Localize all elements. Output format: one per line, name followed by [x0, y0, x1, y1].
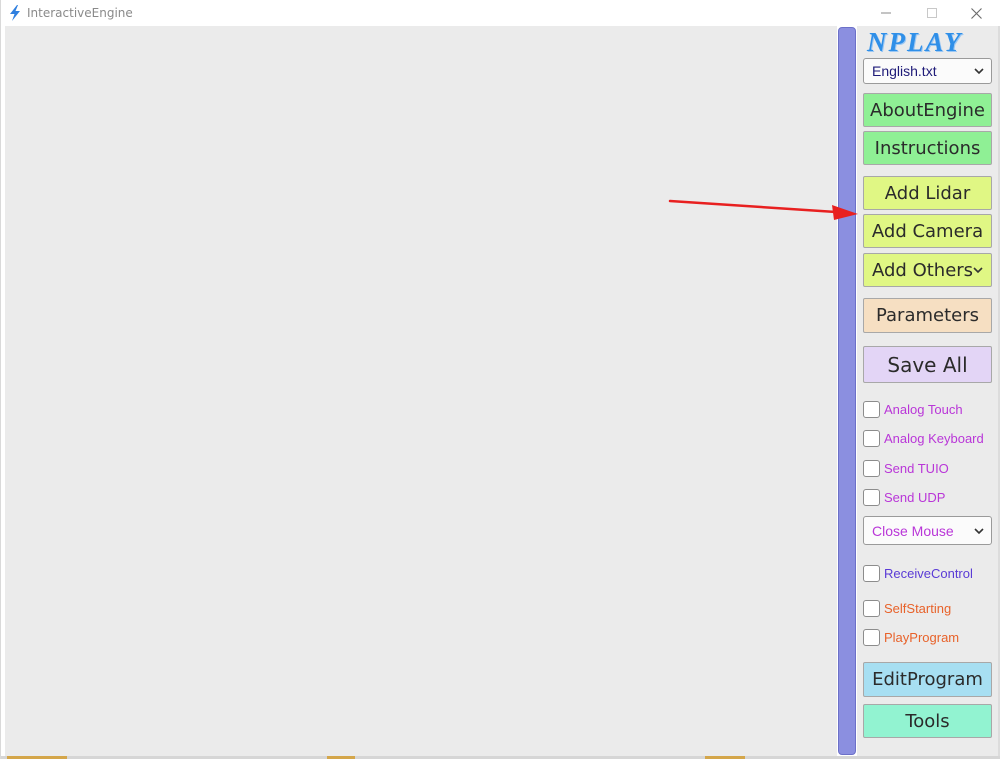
self-starting-checkbox[interactable]: SelfStarting: [863, 598, 1000, 618]
add-others-label: Add Others: [872, 259, 974, 281]
play-program-label: PlayProgram: [884, 629, 960, 645]
add-camera-button[interactable]: Add Camera: [863, 214, 992, 248]
checkbox-box[interactable]: [863, 599, 880, 617]
send-tuio-checkbox[interactable]: Send TUIO: [863, 458, 1000, 478]
send-udp-checkbox[interactable]: Send UDP: [863, 487, 1000, 507]
receive-control-label: ReceiveControl: [884, 565, 973, 581]
tools-button[interactable]: Tools: [863, 704, 992, 738]
analog-touch-checkbox[interactable]: Analog Touch: [863, 399, 1000, 419]
language-select[interactable]: English.txt: [863, 58, 992, 84]
save-all-button[interactable]: Save All: [863, 346, 992, 383]
close-button[interactable]: [953, 0, 999, 26]
panel-scrollbar[interactable]: [838, 27, 856, 755]
maximize-icon: [927, 8, 937, 18]
maximize-button[interactable]: [909, 0, 955, 26]
close-icon: [970, 7, 982, 19]
self-starting-label: SelfStarting: [884, 600, 952, 616]
checkbox-box[interactable]: [863, 459, 880, 477]
minimize-icon: [881, 12, 891, 14]
preview-canvas[interactable]: [5, 26, 837, 756]
analog-keyboard-checkbox[interactable]: Analog Keyboard: [863, 428, 1000, 448]
checkbox-box[interactable]: [863, 628, 880, 646]
title-bar[interactable]: InteractiveEngine: [1, 0, 1000, 26]
nplay-logo: NPLAY: [867, 27, 963, 57]
send-tuio-label: Send TUIO: [884, 460, 949, 476]
chevron-down-icon: [974, 528, 984, 535]
checkbox-box[interactable]: [863, 488, 880, 506]
edit-program-button[interactable]: EditProgram: [863, 662, 992, 697]
chevron-down-icon: [973, 267, 983, 274]
instructions-button[interactable]: Instructions: [863, 131, 992, 165]
checkbox-box[interactable]: [863, 564, 880, 582]
receive-control-checkbox[interactable]: ReceiveControl: [863, 563, 1000, 583]
lightning-bolt-icon: [10, 5, 20, 21]
send-udp-label: Send UDP: [884, 489, 946, 505]
chevron-down-icon: [974, 68, 984, 75]
about-engine-button[interactable]: AboutEngine: [863, 93, 992, 127]
minimize-button[interactable]: [863, 0, 909, 26]
analog-keyboard-label: Analog Keyboard: [884, 430, 984, 446]
checkbox-box[interactable]: [863, 429, 880, 447]
language-select-value: English.txt: [872, 63, 937, 79]
analog-touch-label: Analog Touch: [884, 401, 963, 417]
play-program-checkbox[interactable]: PlayProgram: [863, 627, 1000, 647]
checkbox-box[interactable]: [863, 400, 880, 418]
add-lidar-button[interactable]: Add Lidar: [863, 176, 992, 210]
parameters-button[interactable]: Parameters: [863, 298, 992, 333]
add-others-dropdown[interactable]: Add Others: [863, 253, 992, 287]
mouse-mode-value: Close Mouse: [872, 522, 954, 539]
mouse-mode-select[interactable]: Close Mouse: [863, 516, 992, 545]
window-title: InteractiveEngine: [27, 6, 133, 20]
app-window: InteractiveEngine NPLAY English.txt Abou…: [0, 0, 1000, 759]
